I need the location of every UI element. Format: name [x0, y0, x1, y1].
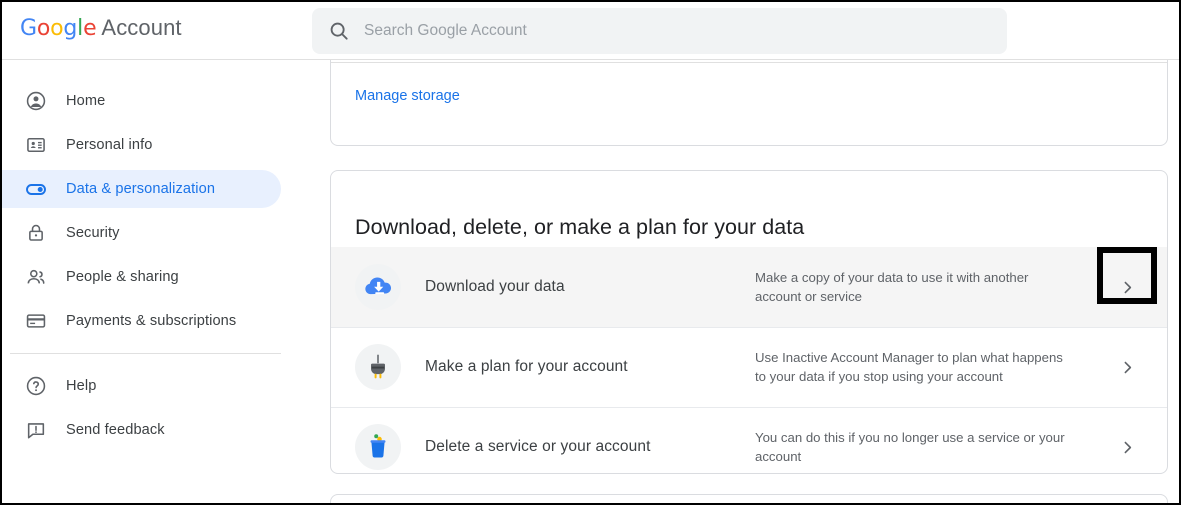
- sidebar-item-payments-subscriptions[interactable]: Payments & subscriptions: [2, 302, 281, 340]
- logo-letter-g2: g: [63, 16, 77, 41]
- sidebar-item-label: Personal info: [66, 137, 152, 153]
- sidebar-item-label: People & sharing: [66, 269, 179, 285]
- sidebar-item-label: Security: [66, 225, 120, 241]
- sidebar-item-send-feedback[interactable]: Send feedback: [2, 411, 281, 449]
- sidebar-item-label: Payments & subscriptions: [66, 313, 236, 329]
- sidebar-item-security[interactable]: Security: [2, 214, 281, 252]
- search-icon: [328, 20, 350, 42]
- sidebar-navigation: Home Personal info: [2, 60, 302, 503]
- feedback-icon: [24, 418, 48, 442]
- storage-card: 3% used — 0.47 GB of 15 GB Manage storag…: [330, 60, 1168, 146]
- row-download-your-data[interactable]: Download your data Make a copy of your d…: [331, 247, 1167, 327]
- sidebar-item-people-sharing[interactable]: People & sharing: [2, 258, 281, 296]
- trash-can-icon: [355, 424, 401, 470]
- google-account-logo: GoogleAccount: [20, 15, 182, 41]
- sidebar-item-label: Send feedback: [66, 422, 165, 438]
- browser-viewport: GoogleAccount Home: [0, 0, 1181, 505]
- sidebar-item-personal-info[interactable]: Personal info: [2, 126, 281, 164]
- search-input[interactable]: [364, 8, 1007, 54]
- google-wordmark: Google: [20, 16, 96, 41]
- main-content: 3% used — 0.47 GB of 15 GB Manage storag…: [302, 60, 1179, 503]
- people-icon: [24, 265, 48, 289]
- row-description: Make a copy of your data to use it with …: [755, 268, 1073, 306]
- card-title: Download, delete, or make a plan for you…: [355, 215, 804, 240]
- brand-suffix-label: Account: [101, 15, 181, 40]
- row-title: Delete a service or your account: [425, 438, 755, 456]
- sidebar-item-label: Data & personalization: [66, 181, 215, 197]
- credit-card-icon: [24, 309, 48, 333]
- chevron-right-icon[interactable]: [1115, 355, 1139, 379]
- app-header: GoogleAccount: [2, 2, 1179, 60]
- account-circle-icon: [24, 89, 48, 113]
- sidebar-item-label: Home: [66, 93, 105, 109]
- logo-letter-e: e: [83, 16, 96, 41]
- row-divider: [331, 407, 1167, 408]
- toggle-on-icon: [24, 177, 48, 201]
- sidebar-item-label: Help: [66, 378, 96, 394]
- next-card-partial: [330, 494, 1168, 503]
- manage-storage-link[interactable]: Manage storage: [355, 88, 460, 104]
- storage-card-divider: [331, 62, 1167, 63]
- row-description: Use Inactive Account Manager to plan wha…: [755, 348, 1073, 386]
- sidebar-item-data-personalization[interactable]: Data & personalization: [2, 170, 281, 208]
- lock-icon: [24, 221, 48, 245]
- power-plug-icon: [355, 344, 401, 390]
- row-description: You can do this if you no longer use a s…: [755, 428, 1073, 466]
- chevron-right-icon[interactable]: [1115, 435, 1139, 459]
- sidebar-item-home[interactable]: Home: [2, 82, 281, 120]
- id-card-icon: [24, 133, 48, 157]
- download-delete-plan-card: Download, delete, or make a plan for you…: [330, 170, 1168, 474]
- row-divider: [331, 327, 1167, 328]
- logo-letter-g1: G: [20, 16, 37, 41]
- help-circle-icon: [24, 374, 48, 398]
- row-make-a-plan[interactable]: Make a plan for your account Use Inactiv…: [331, 327, 1167, 407]
- row-title: Download your data: [425, 278, 755, 296]
- chevron-right-icon[interactable]: [1115, 275, 1139, 299]
- row-title: Make a plan for your account: [425, 358, 755, 376]
- sidebar-divider: [10, 353, 281, 354]
- logo-letter-o2: o: [50, 16, 63, 41]
- sidebar-item-help[interactable]: Help: [2, 367, 281, 405]
- row-delete-service-or-account[interactable]: Delete a service or your account You can…: [331, 407, 1167, 474]
- search-bar[interactable]: [312, 8, 1007, 54]
- logo-letter-o1: o: [37, 16, 50, 41]
- cloud-download-icon: [355, 264, 401, 310]
